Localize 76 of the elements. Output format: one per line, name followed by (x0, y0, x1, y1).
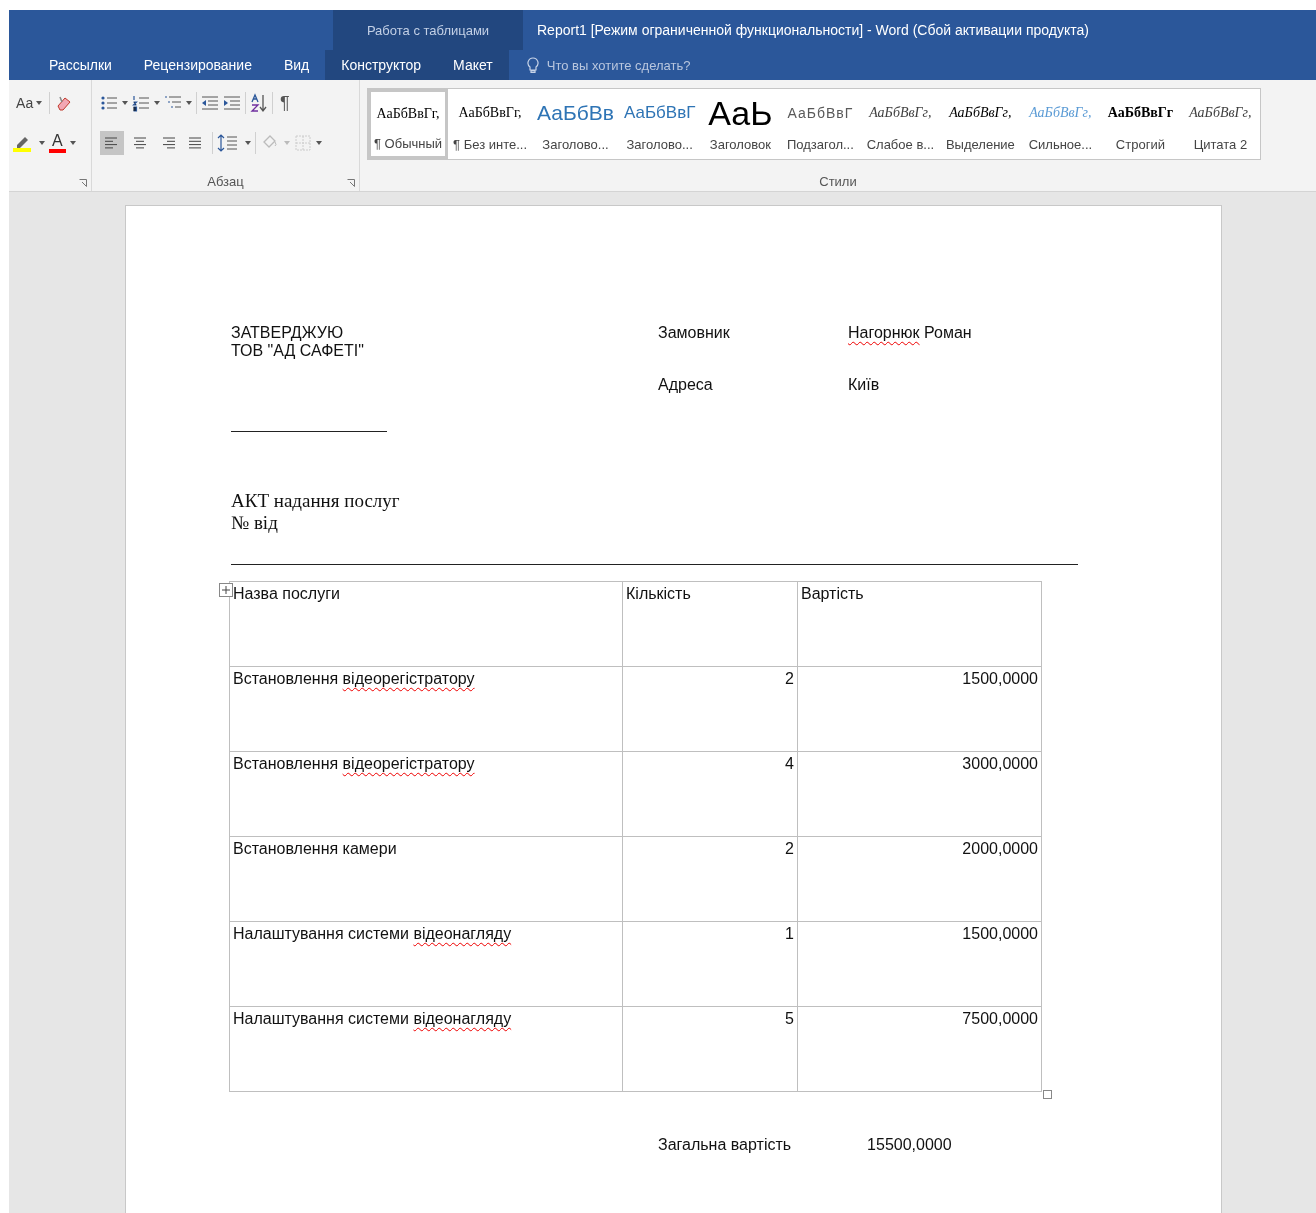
align-left-icon (104, 136, 120, 150)
field-label: Адреса (658, 376, 714, 394)
caret-icon (39, 141, 45, 145)
numbered-list-icon[interactable] (132, 94, 150, 112)
table-cell: 2 (622, 666, 798, 752)
caret-icon (186, 101, 192, 105)
caret-icon (36, 101, 43, 105)
table-cell: 2 (622, 836, 798, 922)
caret-icon (284, 141, 290, 145)
style-item[interactable]: АаБбВвГг Строгий (1100, 89, 1181, 159)
field-value: Нагорнюк Роман (848, 324, 972, 342)
style-item[interactable]: АаБбВвГг, ¶ Без инте... (448, 89, 533, 159)
style-item[interactable]: АаБбВв Заголово... (532, 89, 619, 159)
dialog-launcher-icon[interactable] (347, 179, 355, 187)
increase-indent-icon[interactable] (223, 94, 241, 112)
ribbon-tab[interactable]: Рассылки (33, 50, 128, 80)
caret-icon (69, 141, 76, 145)
align-center-icon (132, 136, 148, 150)
total-value: 15500,0000 (867, 1136, 952, 1154)
group-label: Стили (819, 174, 857, 189)
table-cell: 1500,0000 (797, 666, 1042, 752)
style-item[interactable]: АаБбВвГг, Сильное... (1020, 89, 1101, 159)
total-label: Загальна вартість (658, 1136, 792, 1154)
table-cell: 2000,0000 (797, 836, 1042, 922)
table-cell: 1500,0000 (797, 921, 1042, 1007)
table-cell: Налаштування системи відеонагляду (229, 921, 623, 1007)
style-item[interactable]: АаБбВвГг, Цитата 2 (1180, 89, 1261, 159)
table-cell: 4 (622, 751, 798, 837)
group-label: Абзац (207, 174, 244, 189)
act-title: АКТ надання послуг (231, 490, 400, 512)
style-item[interactable]: АаБбВвГг, Выделение (940, 89, 1021, 159)
ribbon-tab[interactable]: Конструктор (325, 50, 438, 80)
style-item[interactable]: АаБбВвГ Подзагол... (780, 89, 861, 159)
table-cell: 5 (622, 1006, 798, 1092)
caret-icon (316, 141, 322, 145)
table-cell: Налаштування системи відеонагляду (229, 1006, 623, 1092)
table-cell: 7500,0000 (797, 1006, 1042, 1092)
font-color-button[interactable]: A (49, 133, 66, 153)
approval-text: ТОВ "АД САФЕТІ" (231, 342, 364, 360)
table-cell: Встановлення відеорегістратору (229, 751, 623, 837)
ribbon-tab[interactable]: Макет (437, 50, 509, 80)
lightbulb-icon (526, 57, 539, 73)
bullet-list-icon[interactable] (100, 94, 118, 112)
align-justify-icon (188, 136, 204, 150)
column-header: Вартість (797, 581, 1042, 667)
sort-icon[interactable] (250, 93, 268, 113)
style-item[interactable]: АаБбВвГг, ¶ Обычный (368, 89, 449, 159)
window-title: Report1 [Режим ограниченной функциональности] - Word (Сбой активации продукта) (537, 22, 1089, 38)
table-cell: 1 (622, 921, 798, 1007)
field-value: Київ (848, 376, 880, 394)
change-case-button[interactable]: Аа (13, 93, 46, 113)
align-right-icon (160, 136, 176, 150)
table-cell: 3000,0000 (797, 751, 1042, 837)
style-item[interactable]: АаБбВвГг, Слабое в... (860, 89, 941, 159)
dialog-launcher-icon[interactable] (79, 179, 87, 187)
table-cell: Встановлення відеорегістратору (229, 666, 623, 752)
table-move-handle-icon[interactable] (219, 583, 233, 597)
caret-icon (154, 101, 160, 105)
caret-icon (122, 101, 128, 105)
column-header: Кількість (622, 581, 798, 667)
column-header: Назва послуги (229, 581, 623, 667)
field-label: Замовник (658, 324, 731, 342)
approval-text: ЗАТВЕРДЖУЮ (231, 324, 344, 342)
decrease-indent-icon[interactable] (201, 94, 219, 112)
table-resize-handle[interactable] (1043, 1090, 1052, 1099)
style-item[interactable]: АаБбВвГ Заголово... (618, 89, 701, 159)
show-formatting-marks-button[interactable]: ¶ (277, 90, 293, 116)
table-cell: Встановлення камери (229, 836, 623, 922)
context-tab-group-title: Работа с таблицами (366, 22, 490, 38)
ribbon-tab[interactable]: Вид (267, 50, 326, 80)
tell-me-field[interactable]: Что вы хотите сделать? (544, 56, 749, 74)
act-number: № від (231, 512, 278, 534)
ribbon-tab[interactable]: Рецензирование (127, 50, 268, 80)
style-item[interactable]: АаЬ Заголовок (700, 89, 781, 159)
left-align-button[interactable] (100, 131, 124, 155)
caret-icon (245, 141, 251, 145)
